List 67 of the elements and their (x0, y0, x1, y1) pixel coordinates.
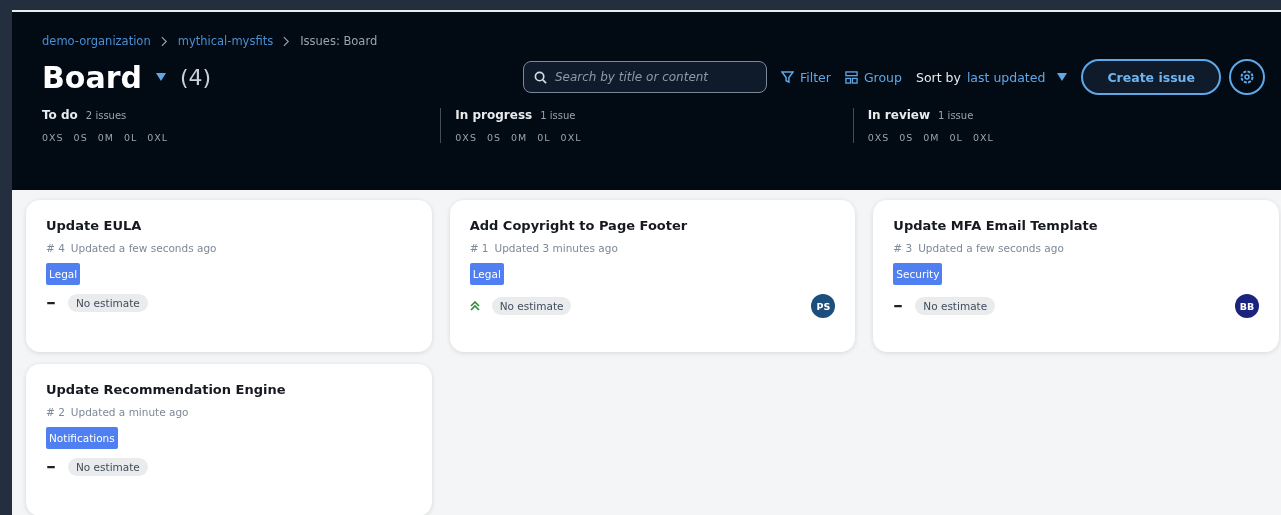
updated-time: Updated a minute ago (70, 406, 189, 418)
label-tag: Notifications (46, 427, 118, 449)
size-count: 0XL (560, 132, 582, 143)
column-count: 2 issues (85, 110, 127, 121)
size-count: 0XS (867, 132, 890, 143)
estimate-badge: No estimate (68, 294, 148, 312)
size-count: 0M (511, 132, 528, 143)
label-tag: Legal (469, 263, 504, 285)
issue-card[interactable]: Update MFA Email Template # 3 Updated a few seconds ago Security No estimate BB (873, 200, 1279, 352)
column-title: In review (867, 108, 931, 122)
issue-number: # 2 (46, 406, 65, 418)
search-icon (533, 71, 547, 84)
label-tag: Legal (46, 263, 81, 285)
estimate-badge: No estimate (491, 297, 572, 315)
size-count: 0XS (455, 132, 477, 143)
issue-card[interactable]: Add Copyright to Page Footer # 1 Updated 3 minutes ago Legal No estimate PS (449, 200, 856, 352)
grid-icon (844, 70, 858, 84)
avatar: BB (1235, 294, 1259, 318)
settings-button[interactable] (1229, 59, 1265, 95)
sort-dropdown[interactable]: last updated (966, 69, 1068, 85)
size-count: 0L (537, 132, 551, 143)
updated-time: Updated 3 minutes ago (494, 242, 618, 254)
size-count: 0XL (147, 132, 169, 143)
size-count: 0L (123, 132, 138, 143)
size-count: 0S (899, 132, 914, 143)
page-title: Board (42, 59, 142, 95)
issue-number: # 1 (469, 242, 489, 254)
group-button[interactable]: Group (844, 69, 902, 85)
size-count: 0L (949, 132, 963, 143)
size-count: 0M (97, 132, 114, 143)
avatar: PS (811, 294, 836, 318)
issue-card[interactable]: Update EULA # 4 Updated a few seconds ago Legal No estimate (26, 200, 432, 352)
column-count: 1 issue (938, 110, 974, 121)
size-count: 0M (923, 132, 940, 143)
size-count: 0XS (42, 132, 64, 143)
issue-count: (4) (180, 64, 212, 90)
settings-icon (1239, 69, 1255, 85)
issue-title: Update EULA (46, 218, 143, 233)
issue-number: # 3 (893, 242, 913, 254)
issue-card[interactable]: Update Recommendation Engine # 2 Updated a minute ago Notifications No estimate (26, 364, 432, 515)
caret-down-icon[interactable] (156, 73, 166, 81)
issue-number: # 4 (46, 242, 65, 254)
search-field[interactable]: Search by title or content (522, 61, 767, 93)
chevron-right-icon (283, 35, 291, 47)
column-title: In progress (455, 108, 533, 122)
size-count: 0S (73, 132, 88, 143)
updated-time: Updated a few seconds ago (918, 242, 1064, 254)
size-count: 0XL (972, 132, 994, 143)
issue-title: Update Recommendation Engine (46, 382, 287, 397)
filter-icon (780, 70, 794, 84)
issue-title: Update MFA Email Template (893, 218, 1099, 233)
chevron-right-icon (160, 35, 168, 47)
estimate-badge: No estimate (915, 297, 996, 315)
breadcrumb-current: Issues: Board (300, 34, 378, 48)
issue-title: Add Copyright to Page Footer (469, 218, 689, 233)
column-title: To do (42, 108, 78, 122)
label-tag: Security (893, 263, 943, 285)
sort-label: Sort by (915, 69, 961, 85)
column-count: 1 issue (540, 110, 576, 121)
estimate-badge: No estimate (68, 458, 148, 476)
updated-time: Updated a few seconds ago (70, 242, 217, 254)
filter-button[interactable]: Filter (780, 69, 831, 85)
create-issue-button[interactable]: Create issue (1081, 59, 1221, 95)
caret-down-icon (1057, 73, 1068, 81)
breadcrumb-link[interactable]: mythical-mysfits (177, 34, 274, 48)
size-count: 0S (486, 132, 501, 143)
breadcrumb-link[interactable]: demo-organization (42, 34, 151, 48)
